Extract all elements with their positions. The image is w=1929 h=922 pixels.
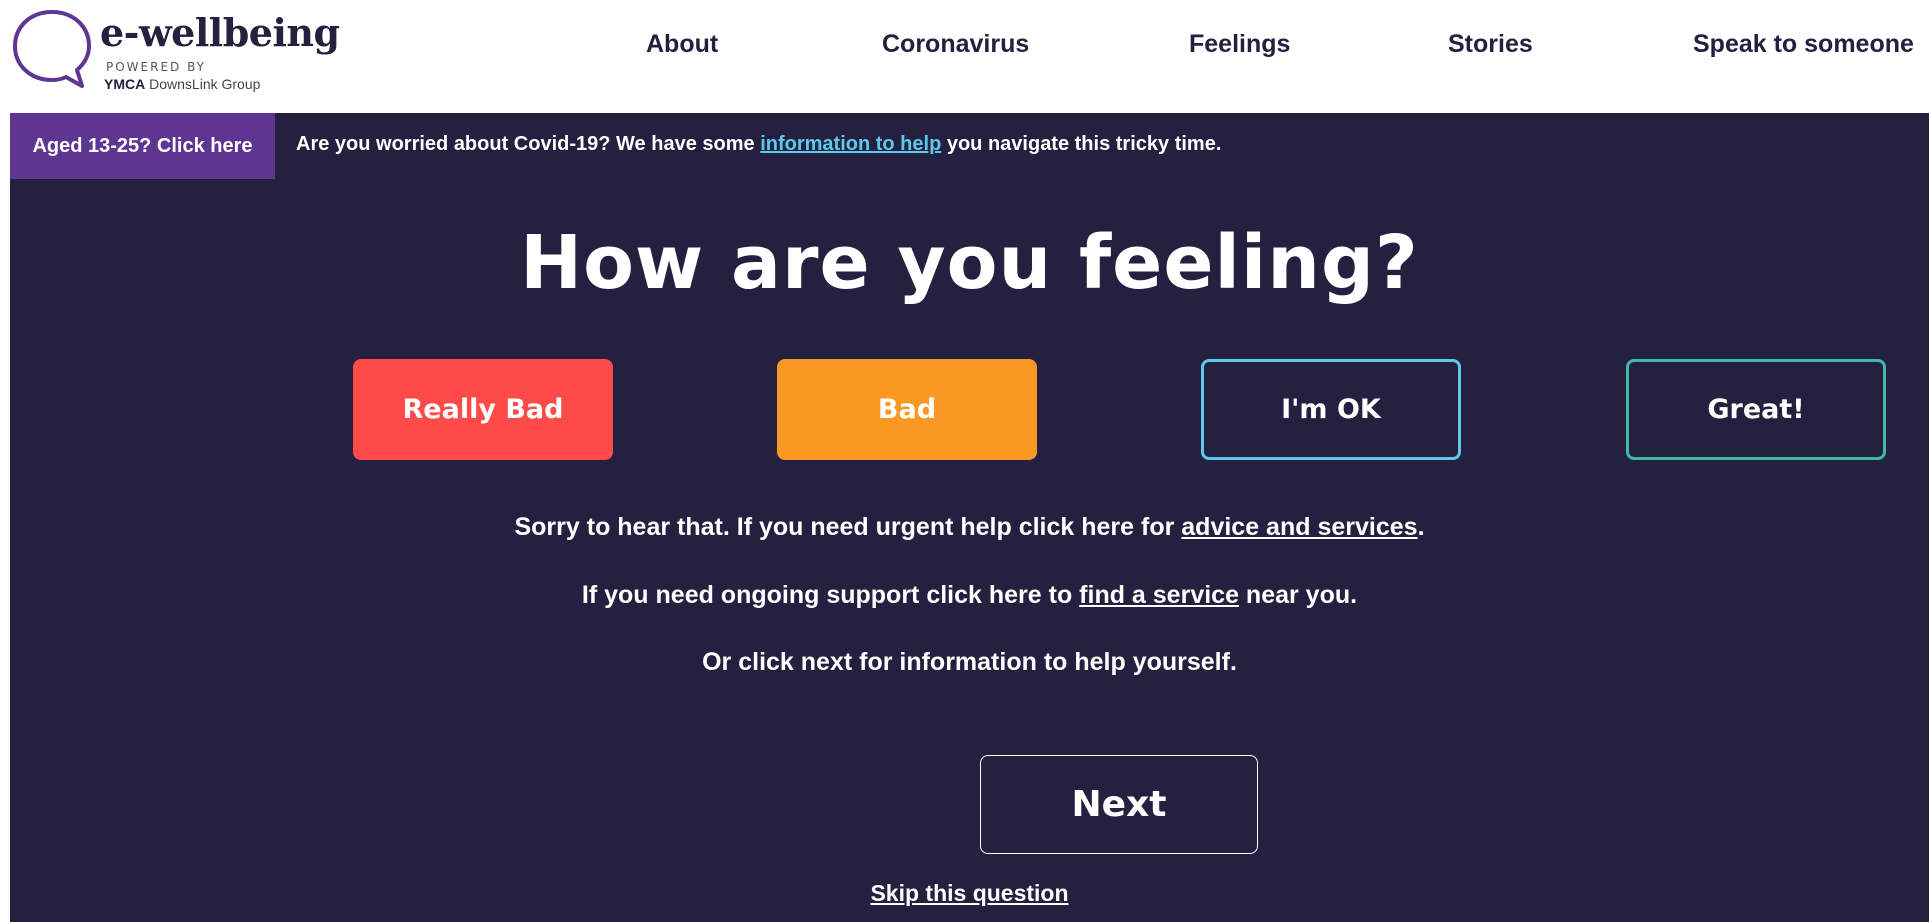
mood-great-button[interactable]: Great! (1626, 359, 1886, 460)
logo-group: YMCA DownsLink Group (104, 76, 260, 92)
page-title: How are you feeling? (520, 220, 1419, 306)
next-button[interactable]: Next (980, 755, 1258, 854)
site-logo[interactable]: e-wellbeing POWERED BY YMCA DownsLink Gr… (12, 8, 352, 98)
banner-text-before: Are you worried about Covid-19? We have … (296, 133, 761, 155)
ongoing-support-text: If you need ongoing support click here t… (581, 581, 1080, 609)
ongoing-support-message: If you need ongoing support click here t… (10, 581, 1929, 610)
logo-powered-by: POWERED BY (106, 60, 207, 74)
mood-bad-button[interactable]: Bad (777, 359, 1037, 460)
skip-question-link[interactable]: Skip this question (10, 880, 1929, 907)
nav-coronavirus[interactable]: Coronavirus (882, 30, 1029, 59)
speech-bubble-icon (13, 10, 91, 88)
logo-group-rest: DownsLink Group (145, 76, 261, 92)
site-header: e-wellbeing POWERED BY YMCA DownsLink Gr… (0, 0, 1929, 113)
urgent-help-message: Sorry to hear that. If you need urgent h… (10, 513, 1929, 542)
covid-banner-text: Are you worried about Covid-19? We have … (296, 133, 1221, 156)
self-help-message: Or click next for information to help yo… (702, 648, 1237, 676)
logo-ymca: YMCA (104, 76, 146, 92)
nav-speak-to-someone[interactable]: Speak to someone (1693, 30, 1914, 59)
logo-name: e-wellbeing (100, 10, 340, 55)
advice-and-services-link[interactable]: advice and services (1181, 513, 1417, 541)
urgent-help-period: . (1417, 513, 1425, 541)
urgent-help-text: Sorry to hear that. If you need urgent h… (514, 513, 1182, 541)
nav-stories[interactable]: Stories (1448, 30, 1533, 59)
banner-text-after: you navigate this tricky time. (941, 133, 1222, 155)
mood-ok-button[interactable]: I'm OK (1201, 359, 1461, 460)
covid-banner: Aged 13-25? Click here Are you worried a… (10, 113, 1929, 179)
find-a-service-link[interactable]: find a service (1079, 581, 1239, 609)
mood-really-bad-button[interactable]: Really Bad (353, 359, 613, 460)
nav-about[interactable]: About (646, 30, 718, 59)
nav-feelings[interactable]: Feelings (1189, 30, 1290, 59)
information-to-help-link[interactable]: information to help (760, 133, 941, 155)
ongoing-support-text-after: near you. (1238, 581, 1358, 609)
aged-13-25-tab[interactable]: Aged 13-25? Click here (10, 113, 275, 179)
main-content: Aged 13-25? Click here Are you worried a… (10, 113, 1929, 922)
